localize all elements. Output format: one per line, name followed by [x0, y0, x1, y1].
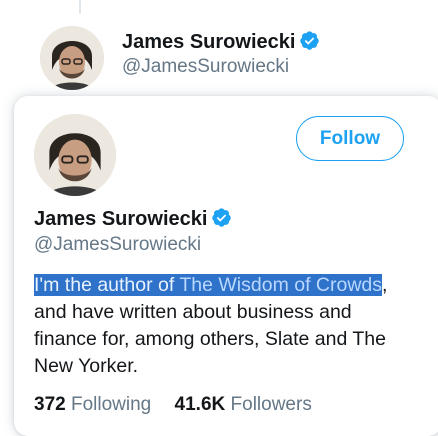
background-tweet-author: James Surowiecki @JamesSurowiecki — [0, 14, 438, 94]
profile-handle[interactable]: @JamesSurowiecki — [122, 56, 289, 78]
profile-handle[interactable]: @JamesSurowiecki — [34, 234, 201, 256]
selected-text: I'm the author of — [34, 274, 180, 296]
profile-bio: I'm the author of The Wisdom of Crowds, … — [34, 272, 414, 380]
avatar[interactable] — [34, 114, 116, 196]
following-link[interactable]: 372 Following — [34, 394, 151, 415]
profile-name[interactable]: James Surowiecki — [34, 207, 232, 231]
followers-link[interactable]: 41.6K Followers — [175, 394, 312, 415]
following-count: 372 — [34, 394, 66, 415]
followers-label: Followers — [230, 394, 312, 415]
verified-badge-icon — [212, 208, 232, 227]
follow-button[interactable]: Follow — [296, 116, 404, 161]
book-link[interactable]: The Wisdom of Crowds — [179, 274, 383, 296]
verified-badge-icon — [300, 31, 320, 50]
follow-stats: 372 Following 41.6K Followers — [34, 394, 330, 416]
profile-hover-card: Follow James Surowiecki @JamesSurowiecki… — [14, 96, 438, 436]
following-label: Following — [70, 394, 152, 415]
profile-name[interactable]: James Surowiecki — [122, 30, 320, 54]
followers-count: 41.6K — [174, 394, 226, 415]
avatar[interactable] — [40, 26, 104, 90]
thread-connector-line — [79, 0, 81, 14]
